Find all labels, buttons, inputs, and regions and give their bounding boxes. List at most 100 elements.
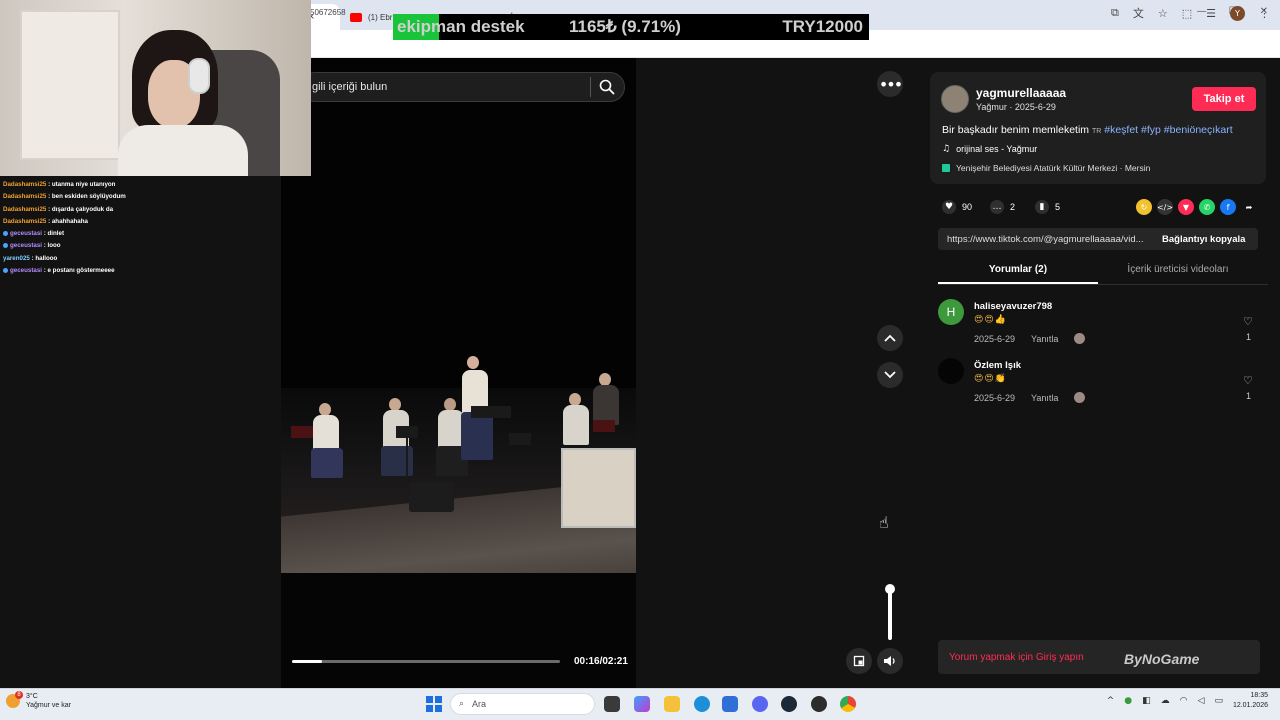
hashtag-link[interactable]: #beniöneçıkart [1164,124,1233,136]
more-options-button[interactable]: ••• [877,71,903,97]
language-badge: TR [1091,128,1102,135]
tab-creator-videos[interactable]: İçerik üreticisi videoları [1098,258,1258,284]
chat-message: geceustasi : looo [3,240,249,252]
url-text[interactable]: 50672658 [310,8,346,17]
share-icons: ↻ </> ▼ ✆ f ➦ [1136,199,1257,215]
webcam-streamer-body [118,125,248,176]
file-explorer-icon[interactable] [664,696,680,712]
bookmark-star-icon[interactable]: ☆ [1158,7,1168,20]
edge-icon[interactable] [694,696,710,712]
steam-icon[interactable] [781,696,797,712]
chat-text: dinlet [47,230,65,238]
discord-icon[interactable] [752,696,768,712]
taskbar-clock[interactable]: 18:35 12.01.2026 [1233,691,1268,711]
donation-goal-ticker: ekipman destek 1165₺ (9.71%) TRY12000 [393,14,869,40]
share-arrow-icon[interactable]: ➦ [1241,199,1257,215]
chat-message: geceustasi : e postanı göstermeeee [3,265,249,277]
extensions-icon[interactable]: ⬚ [1182,7,1192,20]
volume-slider-knob[interactable] [885,584,895,594]
volume-button[interactable] [877,648,903,674]
save-stat[interactable]: ▮ 5 [1035,200,1060,214]
commenter-avatar[interactable] [938,358,964,384]
facebook-icon[interactable]: f [1220,199,1236,215]
browser-menu-icon[interactable]: ⋮ [1259,7,1270,20]
tray-app-icon[interactable]: ☁ [1161,696,1170,706]
author-handle[interactable]: yagmurellaaaaa [976,86,1066,100]
translate-icon[interactable]: 文 [1133,5,1144,21]
location-text[interactable]: Yenişehir Belediyesi Atatürk Kültür Merk… [956,163,1150,173]
search-icon[interactable] [598,78,616,96]
obs-icon[interactable] [811,696,827,712]
stage-painting [561,448,636,528]
video-player[interactable] [281,58,636,688]
picture-in-picture-button[interactable] [846,648,872,674]
author-avatar[interactable] [941,85,969,113]
video-progress-bar[interactable] [292,660,560,663]
chat-message: Dadashamsi25 : ahahhahaha [3,217,88,225]
comment-like-count: 1 [1246,332,1252,342]
previous-video-button[interactable] [877,325,903,351]
tab-divider [938,284,1268,285]
comment-text: 😍😍👍 [974,315,1007,325]
comment-meta: 2025-6-29 Yanıtla [974,392,1086,403]
location-row[interactable]: Yenişehir Belediyesi Atatürk Kültür Merk… [942,163,1150,173]
follow-button[interactable]: Takip et [1192,87,1256,111]
heart-icon[interactable]: ♥ [942,200,956,214]
music-row[interactable]: ♫ orijinal ses - Yağmur [942,144,1037,154]
comment-like-icon[interactable]: ♡ [1243,374,1253,387]
webcam-headset [188,58,210,94]
chat-user: Dadashamsi25 [3,193,47,201]
task-view-icon[interactable] [604,696,620,712]
chat-badge-icon [3,267,8,273]
copilot-icon[interactable] [634,696,650,712]
tray-chevron-icon[interactable]: ^ [1107,696,1115,706]
repost-icon[interactable]: ↻ [1136,199,1152,215]
store-icon[interactable] [722,696,738,712]
hashtag-link[interactable]: #fyp [1141,124,1161,136]
chat-user: yaren025 [3,254,30,262]
like-stat[interactable]: ♥ 90 [942,200,972,214]
browser-toolbar: ⧉ 文 ☆ ⬚ ☰ Y ⋮ [1111,5,1270,21]
music-title[interactable]: orijinal ses - Yağmur [956,144,1037,154]
comment-stat[interactable]: … 2 [990,200,1015,214]
chat-text: e postanı göstermeeee [47,267,115,275]
wifi-icon[interactable]: ◠ [1180,696,1188,706]
tray-app-icon[interactable]: ◧ [1142,696,1151,706]
commenter-avatar[interactable]: H [938,299,964,325]
search-placeholder[interactable]: gili içeriği bulun [312,81,387,93]
sound-icon[interactable]: ◁ [1198,696,1205,706]
battery-icon[interactable]: ▭ [1214,696,1223,706]
tab-comments[interactable]: Yorumlar (2) [938,258,1098,284]
reading-list-icon[interactable]: ☰ [1206,7,1216,20]
chat-message: yaren025 : hallooo [3,254,58,262]
hashtag-link[interactable]: #keşfet [1104,124,1138,136]
taskbar-search[interactable]: ⌕ Ara [450,693,595,715]
chat-badge-icon [3,231,8,237]
reply-button[interactable]: Yanıtla [1031,393,1058,403]
bookmark-icon[interactable]: ▮ [1035,200,1049,214]
next-video-button[interactable] [877,362,903,388]
commenter-name[interactable]: haliseyavuzer798 [974,301,1052,312]
comment-bubble-icon[interactable]: … [990,200,1004,214]
cast-icon[interactable]: ⧉ [1111,6,1119,20]
tray-app-icon[interactable]: ● [1124,696,1132,706]
share-link-text[interactable]: https://www.tiktok.com/@yagmurellaaaaa/v… [947,234,1153,245]
embed-icon[interactable]: </> [1157,199,1173,215]
volume-slider[interactable] [888,586,892,640]
whatsapp-icon[interactable]: ✆ [1199,199,1215,215]
comment-login-link[interactable]: Yorum yapmak için Giriş yapın [949,652,1084,663]
send-icon[interactable]: ▼ [1178,199,1194,215]
profile-avatar[interactable]: Y [1230,5,1245,21]
commenter-name[interactable]: Özlem Işık [974,360,1021,371]
copy-link-button[interactable]: Bağlantıyı kopyala [1162,234,1245,245]
chat-badge-icon [3,243,8,249]
creator-liked-icon [1074,392,1086,403]
post-description: Bir başkadır benim memleketim TR #keşfet… [942,124,1233,136]
save-count: 5 [1055,202,1061,212]
chrome-icon[interactable] [840,696,856,712]
weather-widget[interactable]: 8 3°C Yağmur ve kar [6,691,71,710]
comment-like-icon[interactable]: ♡ [1243,315,1253,328]
windows-start-icon[interactable] [426,696,442,712]
stream-chat-overlay: Dadashamsi25 : utanma niye utanıyon Dada… [0,176,252,278]
reply-button[interactable]: Yanıtla [1031,334,1058,344]
